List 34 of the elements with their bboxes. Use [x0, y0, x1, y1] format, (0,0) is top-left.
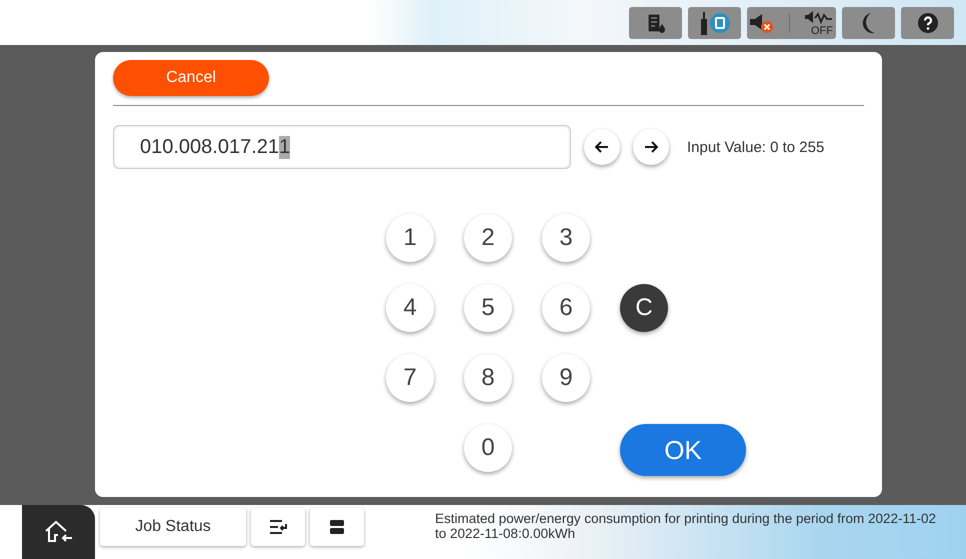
digit-key[interactable]: 0	[464, 424, 512, 472]
digit-key[interactable]: 4	[386, 284, 434, 332]
ip-address-field[interactable]: 010.008.017.211	[113, 125, 571, 169]
paper-tray-icon	[330, 520, 344, 534]
home-icon	[44, 520, 74, 544]
digit-key[interactable]: 5	[464, 284, 512, 332]
tray-button[interactable]	[310, 508, 364, 546]
clear-key[interactable]: C	[620, 284, 668, 332]
right-arrow-icon	[644, 141, 658, 153]
job-queue-button[interactable]	[251, 508, 305, 546]
moon-icon	[860, 12, 876, 34]
right-arrow-button[interactable]	[633, 129, 669, 165]
digit-key[interactable]: 8	[464, 354, 512, 402]
digit-key[interactable]: 1	[386, 214, 434, 262]
left-arrow-icon	[595, 141, 609, 153]
digit-key[interactable]: 6	[542, 284, 590, 332]
list-check-icon	[269, 519, 287, 535]
ink-button[interactable]	[629, 6, 682, 38]
network-button[interactable]	[688, 6, 741, 38]
sound-button[interactable]: OFF	[747, 6, 836, 38]
ok-button[interactable]: OK	[620, 424, 746, 476]
digit-key[interactable]: 2	[464, 214, 512, 262]
left-arrow-button[interactable]	[584, 129, 620, 165]
help-button[interactable]	[901, 6, 954, 38]
digit-key[interactable]: 7	[386, 354, 434, 402]
sleep-button[interactable]	[842, 6, 895, 38]
digit-key[interactable]: 3	[542, 214, 590, 262]
digit-key[interactable]: 9	[542, 354, 590, 402]
job-status-button[interactable]: Job Status	[100, 508, 246, 546]
input-range-hint: Input Value: 0 to 255	[687, 138, 824, 156]
help-icon	[918, 12, 938, 32]
home-button[interactable]	[22, 505, 95, 559]
energy-consumption-message: Estimated power/energy consumption for printing during the period from 2022-11-02 to 2022-11-08:0.00kWh	[435, 511, 938, 541]
speaker-mute-icon	[749, 12, 775, 34]
